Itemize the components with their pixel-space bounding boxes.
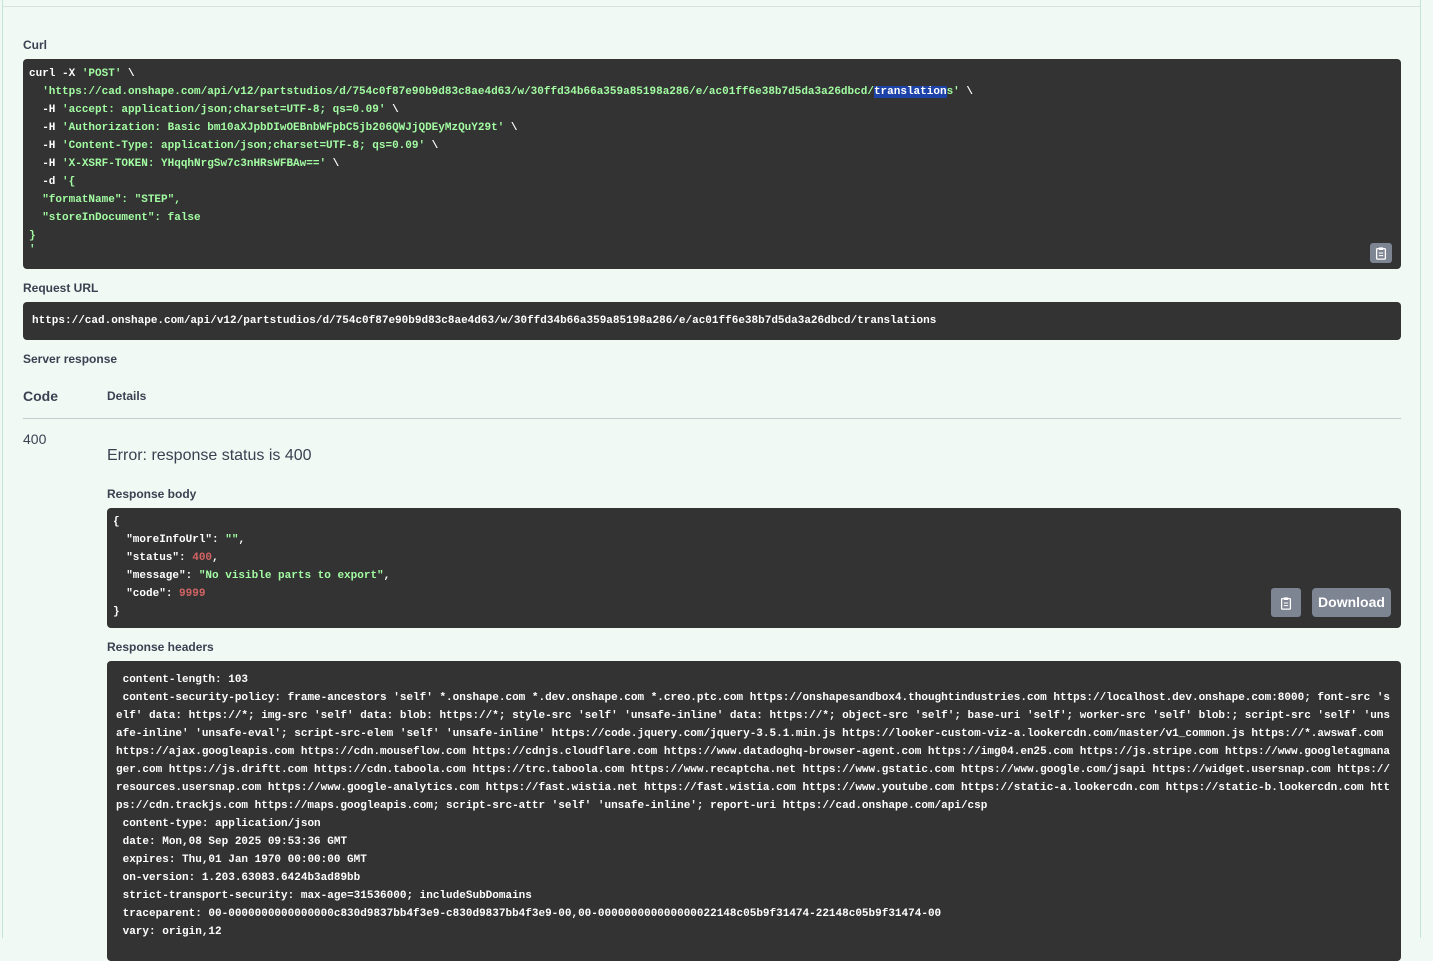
header-line: strict-transport-security: max-age=31536… <box>116 890 532 902</box>
curl-header-line: -H 'X-XSRF-TOKEN: YHqqhNrgSw7c3nHRsWFBAw… <box>29 158 340 170</box>
clipboard-icon <box>1375 247 1387 260</box>
json-line: "message": "No visible parts to export", <box>113 570 391 582</box>
response-body-label: Response body <box>107 487 197 501</box>
curl-data-line: "storeInDocument": false <box>29 212 201 224</box>
header-line: vary: origin,12 <box>116 926 222 938</box>
response-headers-block[interactable]: content-length: 103 content-security-pol… <box>107 661 1401 961</box>
curl-data-line: } <box>29 230 36 242</box>
json-line: "moreInfoUrl": "", <box>113 534 246 546</box>
curl-header-line: -H 'Content-Type: application/json;chars… <box>29 140 439 152</box>
response-body-block[interactable]: { "moreInfoUrl": "", "status": 400, "mes… <box>107 508 1401 628</box>
header-line: content-type: application/json <box>116 818 321 830</box>
header-line: on-version: 1.203.63083.6424b3ad89bb <box>116 872 361 884</box>
download-button[interactable]: Download <box>1312 588 1391 617</box>
divider <box>3 6 1420 7</box>
request-url-label: Request URL <box>23 281 99 295</box>
header-line: traceparent: 00-0000000000000000c830d983… <box>116 908 942 920</box>
curl-header-line: -H 'Authorization: Basic bm10aXJpbDIwOEB… <box>29 122 518 134</box>
curl-url-line: 'https://cad.onshape.com/api/v12/partstu… <box>29 86 973 98</box>
request-url-value[interactable]: https://cad.onshape.com/api/v12/partstud… <box>23 302 1401 340</box>
column-header-code: Code <box>23 388 58 404</box>
curl-data-line: -d '{ <box>29 176 76 188</box>
response-code: 400 <box>23 431 47 447</box>
copy-curl-button[interactable] <box>1370 243 1392 263</box>
header-line: expires: Thu,01 Jan 1970 00:00:00 GMT <box>116 854 367 866</box>
curl-line: curl -X 'POST' \ <box>29 68 135 80</box>
header-line: content-length: 103 <box>116 674 249 686</box>
json-line: "code": 9999 <box>113 588 206 600</box>
copy-body-button[interactable] <box>1271 588 1301 617</box>
table-divider <box>23 418 1401 419</box>
selected-text: translation <box>873 86 947 98</box>
curl-code-block[interactable]: curl -X 'POST' \ 'https://cad.onshape.co… <box>23 59 1401 269</box>
header-line: date: Mon,08 Sep 2025 09:53:36 GMT <box>116 836 348 848</box>
server-response-label: Server response <box>23 352 118 366</box>
curl-label: Curl <box>23 38 47 52</box>
curl-header-line: -H 'accept: application/json;charset=UTF… <box>29 104 399 116</box>
curl-data-line: "formatName": "STEP", <box>29 194 181 206</box>
json-brace: } <box>113 606 120 618</box>
json-line: "status": 400, <box>113 552 219 564</box>
json-brace: { <box>113 516 120 528</box>
column-header-details: Details <box>107 389 147 403</box>
curl-data-line: ' <box>29 244 36 256</box>
header-line: content-security-policy: frame-ancestors… <box>116 692 1391 812</box>
error-message: Error: response status is 400 <box>107 447 312 464</box>
clipboard-icon <box>1280 596 1292 610</box>
response-headers-label: Response headers <box>107 640 214 654</box>
